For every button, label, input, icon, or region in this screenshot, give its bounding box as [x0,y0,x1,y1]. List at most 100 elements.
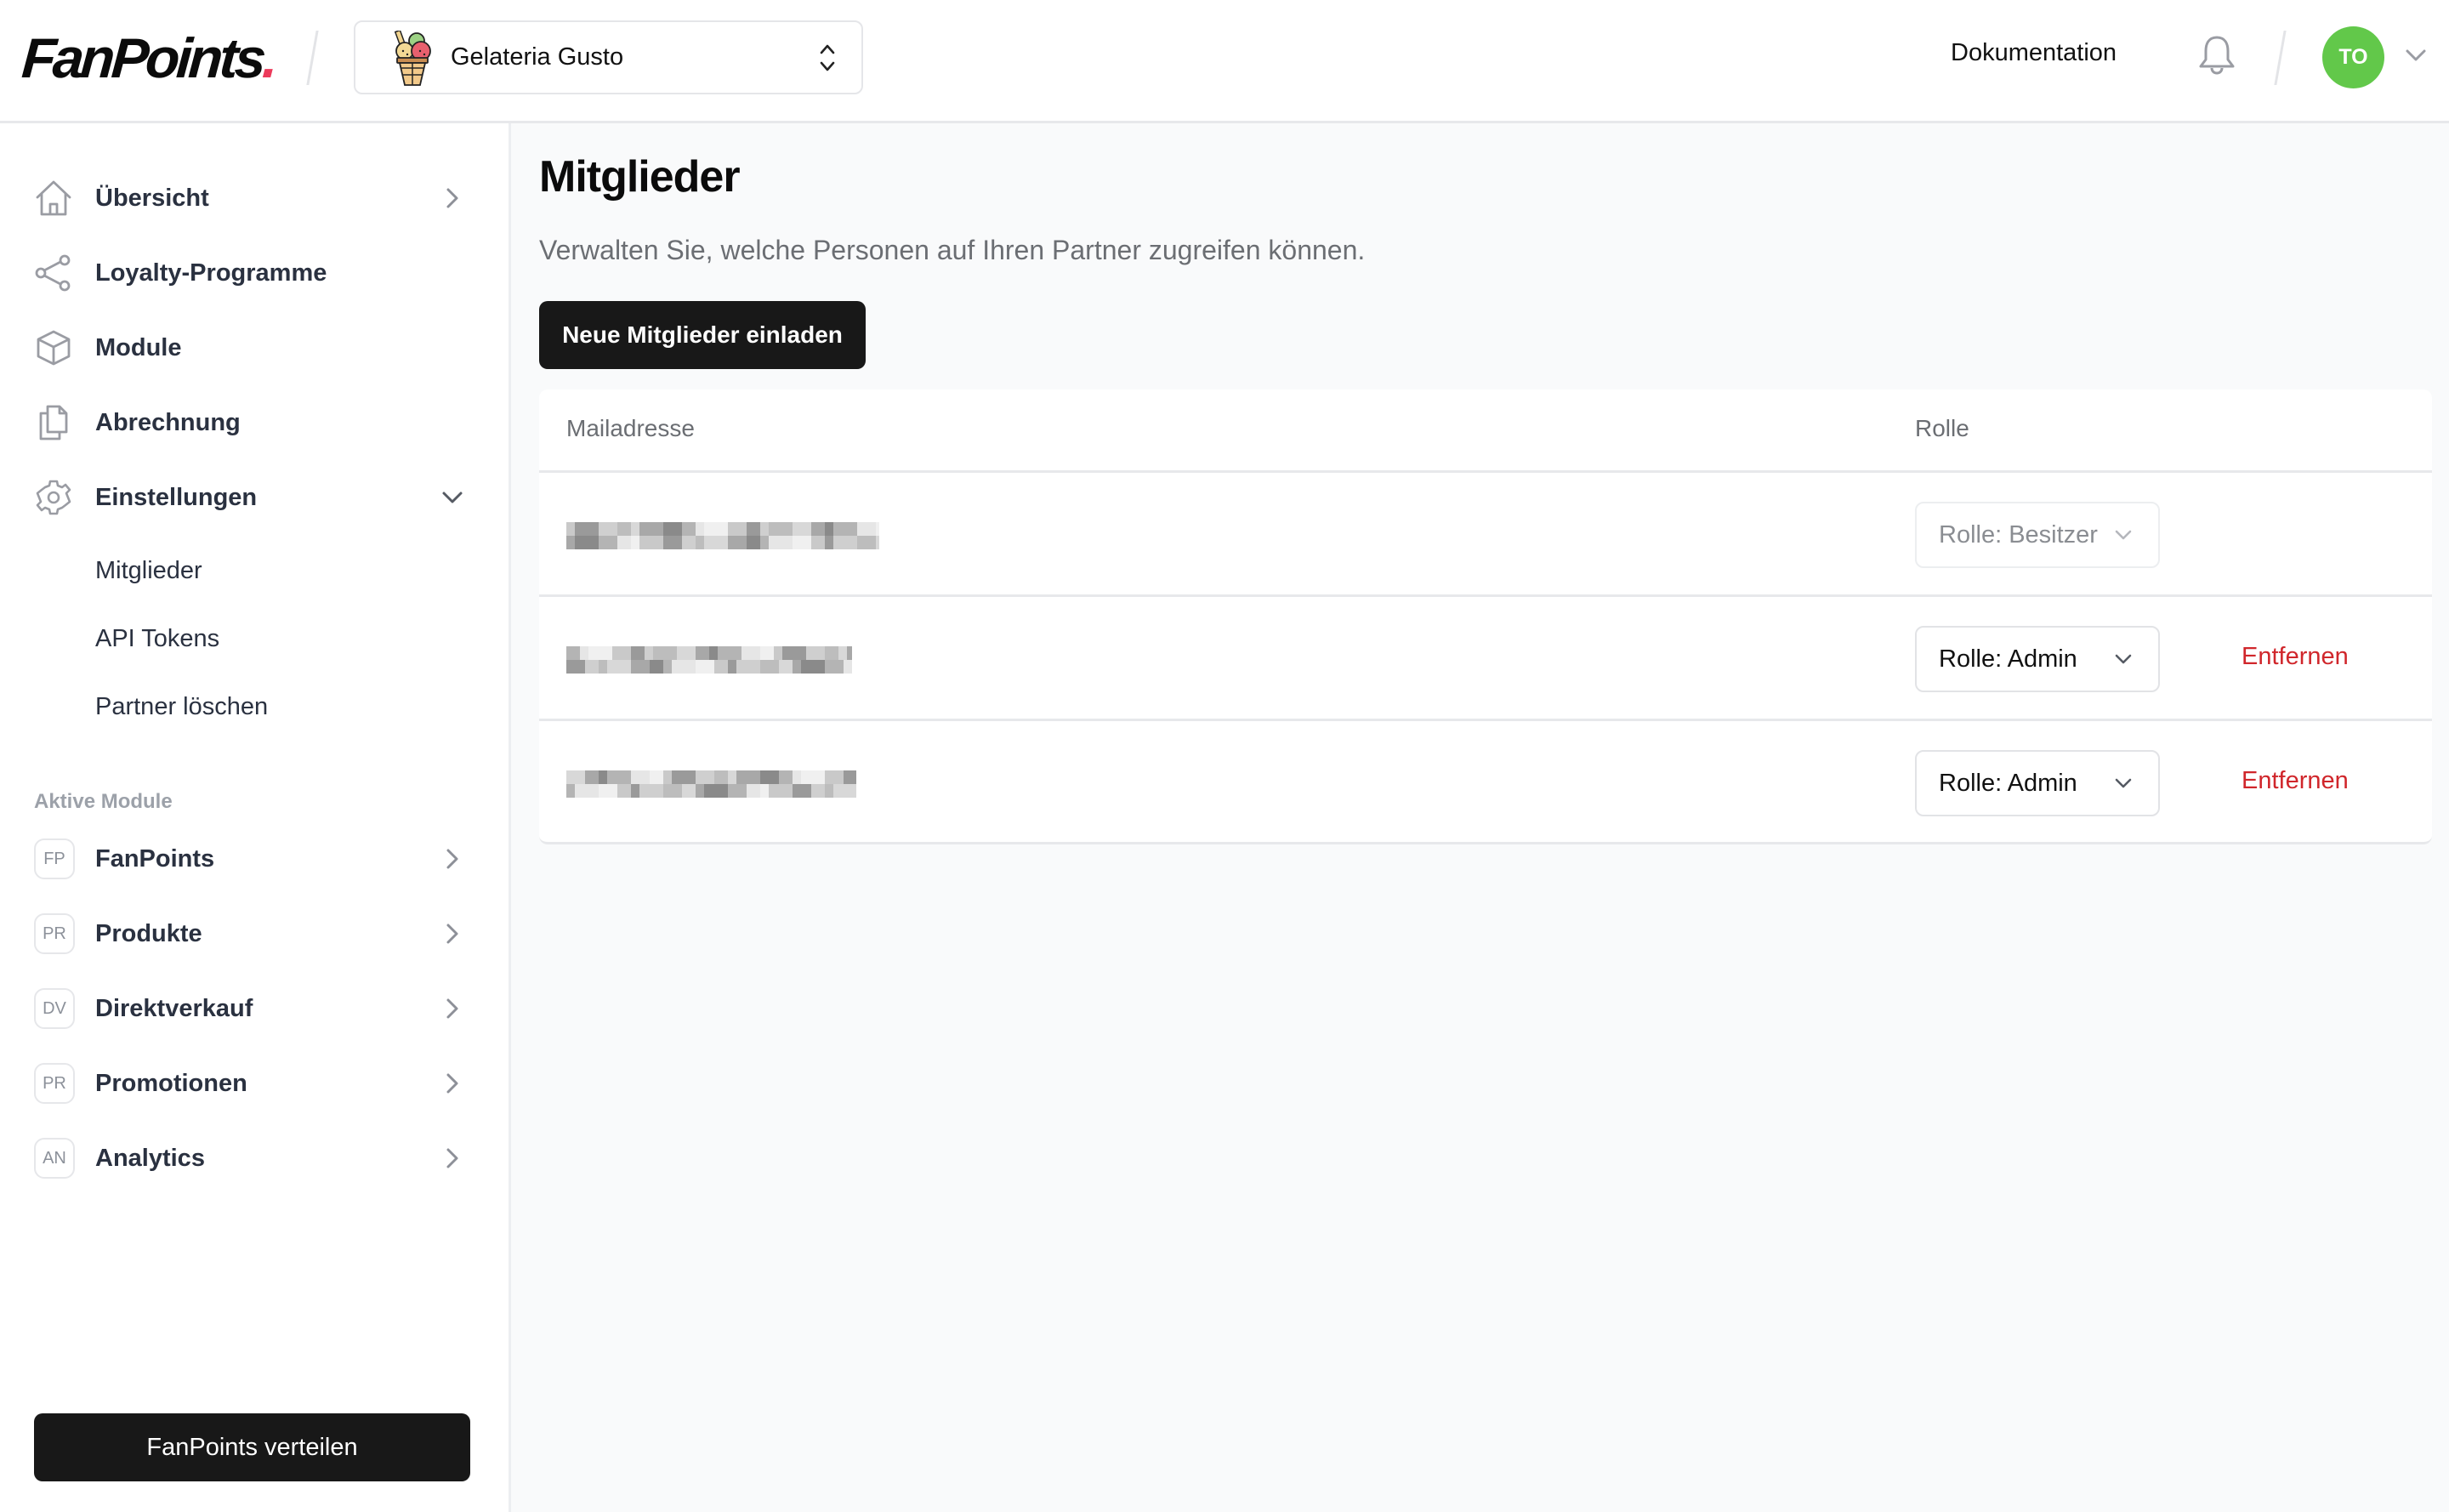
email-redacted [566,770,856,798]
user-avatar[interactable]: TO [2322,26,2384,88]
sidebar-subitem-partner-loeschen[interactable]: Partner löschen [95,693,268,721]
sidebar-module-produkte[interactable]: PR Produkte [0,904,509,963]
redaction-block [769,522,793,536]
redaction-block [696,770,714,784]
role-value: Rolle: Besitzer [1939,520,2098,549]
documents-icon [39,405,68,441]
fanpoints-logo[interactable]: FanPoints. [20,24,277,92]
redaction-block [760,660,779,674]
redaction-block [801,770,825,784]
redaction-block [801,660,825,674]
redaction-block [736,660,760,674]
redaction-block [639,536,663,549]
gear-icon [36,480,71,515]
members-table: Mailadresse Rolle Rolle: Besitzer Rolle:… [539,389,2432,844]
module-badge: PR [34,1063,75,1104]
cube-icon [37,330,71,366]
redaction-block [876,522,879,536]
redaction-block [645,646,653,660]
sidebar-item-label: Direktverkauf [95,994,253,1022]
sidebar-subitem-api-tokens[interactable]: API Tokens [95,625,219,653]
sidebar-module-fanpoints[interactable]: FP FanPoints [0,829,509,889]
page-subtitle: Verwalten Sie, welche Personen auf Ihren… [539,235,1366,265]
sidebar-module-direktverkauf[interactable]: DV Direktverkauf [0,979,509,1038]
header-divider [2274,31,2287,85]
share-icon [35,254,71,292]
redaction-block [704,536,728,549]
header-divider [306,31,319,85]
partner-switcher[interactable]: Gelateria Gusto [354,20,863,94]
sidebar-item-einstellungen[interactable]: Einstellungen [0,468,509,527]
redaction-block [663,784,682,798]
redaction-block [760,784,769,798]
sidebar-item-label: Produkte [95,919,202,947]
sidebar-item-label: Analytics [95,1144,205,1172]
sidebar-module-promotionen[interactable]: PR Promotionen [0,1054,509,1113]
sidebar-item-label: Abrechnung [95,408,241,436]
redaction-block [736,770,760,784]
redaction-block [650,660,663,674]
redaction-block [742,646,760,660]
redaction-block [769,536,793,549]
redaction-block [833,784,856,798]
sidebar-item-label: FanPoints [95,844,215,873]
redaction-block [825,522,833,536]
redaction-block [838,646,847,660]
redaction-block [682,536,696,549]
partner-name: Gelateria Gusto [451,43,624,71]
redaction-block [844,660,852,674]
redaction-block [833,536,857,549]
redaction-block [714,770,728,784]
redaction-block [588,646,612,660]
redaction-block [585,770,599,784]
chevron-right-icon [446,1148,458,1168]
table-row: Rolle: Admin Entfernen [539,594,2432,719]
role-select[interactable]: Rolle: Admin [1915,750,2160,816]
role-select[interactable]: Rolle: Admin [1915,626,2160,692]
module-badge: AN [34,1138,75,1179]
sidebar-subitem-mitglieder[interactable]: Mitglieder [95,557,202,585]
redaction-block [566,660,585,674]
redaction-block [566,770,585,784]
remove-member-link[interactable]: Entfernen [2242,767,2349,795]
redaction-block [639,784,663,798]
documentation-link[interactable]: Dokumentation [1951,39,2117,67]
redaction-block [575,784,599,798]
redaction-block [833,522,857,536]
redaction-block [782,646,806,660]
redaction-block [844,770,856,784]
redaction-block [599,770,607,784]
bell-icon[interactable] [2197,34,2236,78]
redaction-block [631,646,645,660]
sidebar-item-label: Einstellungen [95,483,258,511]
chevron-down-icon [2115,654,2132,664]
redaction-block [714,660,728,674]
redaction-block [617,522,631,536]
redaction-block [663,522,682,536]
email-redacted [566,646,852,674]
sidebar-item-module[interactable]: Module [0,318,509,378]
redaction-block [825,646,838,660]
chevron-down-icon [2115,530,2132,540]
redaction-block [663,660,672,674]
redaction-block [599,522,617,536]
invite-members-button[interactable]: Neue Mitglieder einladen [539,301,866,369]
redaction-block [696,660,714,674]
chevron-down-icon [442,492,463,503]
redaction-block [696,536,704,549]
sidebar-item-loyalty-programme[interactable]: Loyalty-Programme [0,243,509,303]
distribute-fanpoints-button[interactable]: FanPoints verteilen [34,1413,470,1481]
chevron-down-icon[interactable] [2405,48,2427,63]
redaction-block [580,646,588,660]
remove-member-link[interactable]: Entfernen [2242,643,2349,671]
redaction-block [857,522,876,536]
redaction-block [672,770,696,784]
sidebar-item-uebersicht[interactable]: Übersicht [0,168,509,228]
top-header: FanPoints. Gelateria Gusto Dokumentation… [0,0,2449,123]
sidebar-module-analytics[interactable]: AN Analytics [0,1128,509,1188]
sidebar-item-abrechnung[interactable]: Abrechnung [0,393,509,452]
table-row: Rolle: Besitzer [539,470,2432,594]
redaction-block [876,536,879,549]
redaction-block [599,660,607,674]
redaction-block [631,536,639,549]
